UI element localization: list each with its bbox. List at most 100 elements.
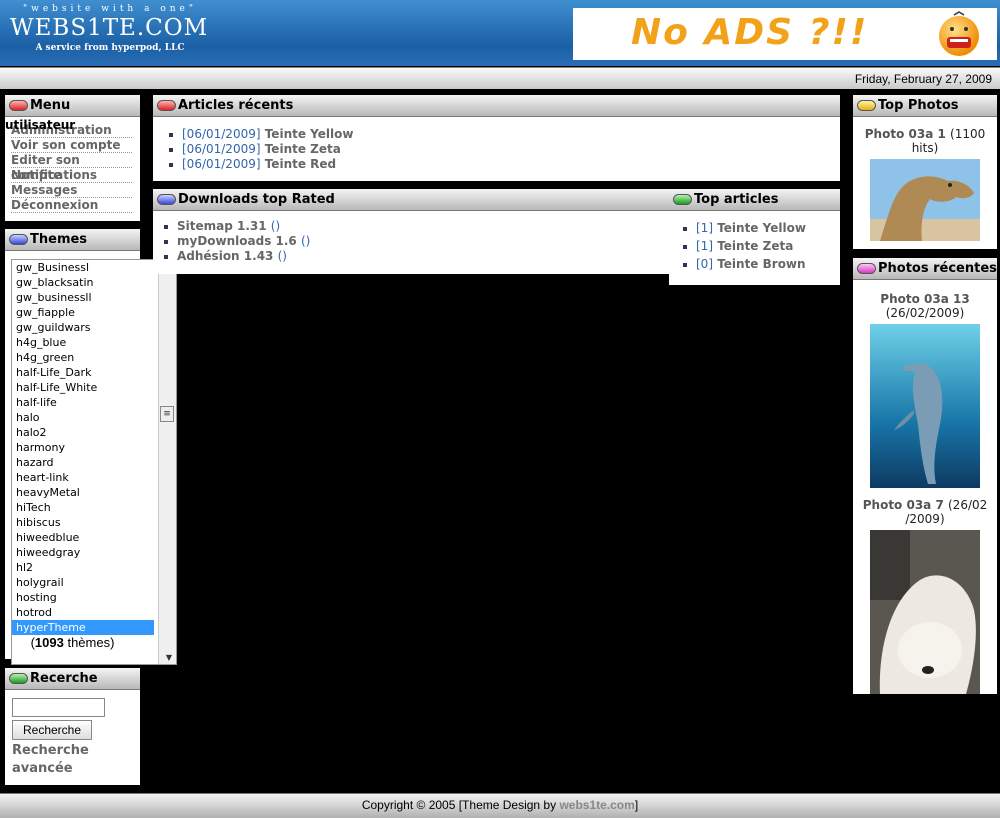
top-photos-block: Top Photos Photo 03a 1 (1100 hits) bbox=[853, 95, 997, 249]
article-date[interactable]: [06/01/2009] bbox=[182, 142, 261, 156]
theme-option[interactable]: harmony bbox=[12, 440, 154, 455]
search-input[interactable] bbox=[12, 698, 105, 717]
recent-articles-block: Articles récents [06/01/2009] Teinte Yel… bbox=[153, 95, 840, 181]
theme-option[interactable]: heart-link bbox=[12, 470, 154, 485]
theme-option[interactable]: gw_fiapple bbox=[12, 305, 154, 320]
downloads-block: Downloads top Rated Sitemap 1.31 () myDo… bbox=[153, 189, 840, 285]
themes-block: Themes gw_Businessl gw_blacksatin gw_bus… bbox=[5, 229, 177, 665]
theme-option[interactable]: hotrod bbox=[12, 605, 154, 620]
menu-block: Menu Administration Voir son compte Edit… bbox=[5, 95, 140, 221]
blue-pill-icon bbox=[9, 234, 28, 245]
list-item[interactable]: [1] Teinte Zeta bbox=[681, 239, 840, 257]
theme-option[interactable]: h4g_blue bbox=[12, 335, 154, 350]
article-title[interactable]: Teinte Yellow bbox=[265, 127, 354, 141]
scroll-down-arrow-icon[interactable]: ▼ bbox=[166, 653, 172, 662]
menu-item-view-account[interactable]: Voir son compte bbox=[11, 138, 132, 153]
theme-option[interactable]: hosting bbox=[12, 590, 154, 605]
theme-option-selected[interactable]: hyperTheme bbox=[12, 620, 154, 635]
article-date[interactable]: [06/01/2009] bbox=[182, 127, 261, 141]
photo-name[interactable]: Photo 03a 13 bbox=[880, 292, 969, 306]
theme-option[interactable]: half-Life_Dark bbox=[12, 365, 154, 380]
logo-tagline: "website with a one" bbox=[23, 4, 197, 14]
menu-item-edit-account[interactable]: Editer son compte bbox=[11, 153, 132, 182]
top-articles-header: Top articles bbox=[669, 189, 840, 211]
photo-name[interactable]: Photo 03a 7 bbox=[863, 498, 944, 512]
article-title[interactable]: Teinte Red bbox=[265, 157, 336, 171]
search-block: Recerche Recherche Recherche avancée bbox=[5, 668, 140, 785]
theme-option[interactable]: heavyMetal bbox=[12, 485, 154, 500]
list-item[interactable]: [06/01/2009] Teinte Yellow bbox=[167, 127, 840, 142]
theme-option[interactable]: halo2 bbox=[12, 425, 154, 440]
menu-item-notifications[interactable]: Notifications bbox=[11, 168, 132, 183]
site-header: "website with a one" WEBS1TE.COM A servi… bbox=[0, 0, 1000, 66]
download-name[interactable]: Adhésion 1.43 bbox=[177, 249, 273, 263]
recent-articles-list: [06/01/2009] Teinte Yellow [06/01/2009] … bbox=[153, 117, 840, 172]
yellow-pill-icon bbox=[857, 100, 876, 111]
theme-count-number: 1093 bbox=[34, 635, 64, 650]
theme-option[interactable]: gw_Businessl bbox=[12, 260, 154, 275]
photo-name[interactable]: Photo 03a 1 bbox=[865, 127, 946, 141]
list-item[interactable]: [06/01/2009] Teinte Zeta bbox=[167, 142, 840, 157]
list-item[interactable]: [06/01/2009] Teinte Red bbox=[167, 157, 840, 172]
article-title[interactable]: Teinte Zeta bbox=[717, 239, 793, 253]
polar-bear-photo[interactable] bbox=[870, 530, 980, 694]
theme-select-list[interactable]: gw_Businessl gw_blacksatin gw_businessll… bbox=[11, 259, 177, 665]
camel-photo[interactable] bbox=[870, 159, 980, 241]
themes-header: Themes bbox=[5, 229, 140, 251]
red-pill-icon bbox=[9, 100, 28, 111]
theme-option[interactable]: halo bbox=[12, 410, 154, 425]
theme-option[interactable]: h4g_green bbox=[12, 350, 154, 365]
theme-option[interactable]: holygrail bbox=[12, 575, 154, 590]
theme-option[interactable]: hiweedblue bbox=[12, 530, 154, 545]
downloads-header: Downloads top Rated bbox=[153, 189, 669, 211]
article-date[interactable]: [06/01/2009] bbox=[182, 157, 261, 171]
list-item[interactable]: [1] Teinte Yellow bbox=[681, 221, 840, 239]
menu-item-logout[interactable]: Déconnexion bbox=[11, 198, 132, 213]
footer-suffix: ] bbox=[634, 798, 639, 812]
theme-option[interactable]: hibiscus bbox=[12, 515, 154, 530]
footer-designer-link[interactable]: webs1te.com bbox=[559, 798, 634, 812]
article-title[interactable]: Teinte Yellow bbox=[717, 221, 806, 235]
advanced-search-link[interactable]: Recherche avancée bbox=[12, 742, 112, 778]
date-bar: Friday, February 27, 2009 bbox=[0, 67, 1000, 89]
theme-option[interactable]: hiweedgray bbox=[12, 545, 154, 560]
user-label: utilisateur bbox=[5, 118, 76, 132]
theme-list-scrollbar[interactable]: ≡ ▼ bbox=[158, 260, 176, 664]
download-name[interactable]: myDownloads 1.6 bbox=[177, 234, 297, 248]
angry-smiley-icon bbox=[939, 11, 979, 56]
recent-articles-header: Articles récents bbox=[153, 95, 840, 117]
footer-prefix: Copyright © 2005 [Theme Design by bbox=[361, 798, 560, 812]
download-extra: () bbox=[277, 249, 287, 263]
photo-caption[interactable]: Photo 03a 7 (26/02 /2009) bbox=[853, 498, 997, 526]
themes-title: Themes bbox=[30, 232, 88, 247]
site-logo[interactable]: "website with a one" WEBS1TE.COM A servi… bbox=[10, 4, 210, 62]
menu-header: Menu bbox=[5, 95, 140, 117]
downloads-title: Downloads top Rated bbox=[178, 192, 335, 207]
scrollbar-thumb[interactable]: ≡ bbox=[160, 406, 174, 422]
theme-option[interactable]: gw_businessll bbox=[12, 290, 154, 305]
site-footer: Copyright © 2005 [Theme Design by webs1t… bbox=[0, 793, 1000, 818]
photo-caption[interactable]: Photo 03a 13 (26/02/2009) bbox=[853, 292, 997, 320]
green-pill-icon bbox=[9, 673, 28, 684]
theme-option[interactable]: gw_guildwars bbox=[12, 320, 154, 335]
article-title[interactable]: Teinte Brown bbox=[717, 257, 805, 271]
theme-option[interactable]: hazard bbox=[12, 455, 154, 470]
dolphin-photo[interactable] bbox=[870, 324, 980, 488]
article-title[interactable]: Teinte Zeta bbox=[265, 142, 341, 156]
recent-photos-block: Photos récentes Photo 03a 13 (26/02/2009)… bbox=[853, 258, 997, 694]
banner-text: No ADS ?!! bbox=[631, 12, 869, 53]
search-button[interactable]: Recherche bbox=[12, 720, 92, 740]
theme-option[interactable]: half-Life_White bbox=[12, 380, 154, 395]
theme-option[interactable]: half-life bbox=[12, 395, 154, 410]
theme-option[interactable]: gw_blacksatin bbox=[12, 275, 154, 290]
photo-caption[interactable]: Photo 03a 1 (1100 hits) bbox=[853, 127, 997, 155]
list-item[interactable]: [0] Teinte Brown bbox=[681, 257, 840, 275]
menu-item-messages[interactable]: Messages bbox=[11, 183, 132, 198]
download-name[interactable]: Sitemap 1.31 bbox=[177, 219, 267, 233]
logo-subtitle: A service from hyperpod, LLC bbox=[35, 43, 185, 53]
top-articles-block: Top articles [1] Teinte Yellow [1] Teint… bbox=[669, 189, 840, 285]
theme-option[interactable]: hl2 bbox=[12, 560, 154, 575]
theme-option[interactable]: hiTech bbox=[12, 500, 154, 515]
ad-banner[interactable]: No ADS ?!! bbox=[573, 8, 997, 60]
article-rank: [0] bbox=[696, 257, 713, 271]
